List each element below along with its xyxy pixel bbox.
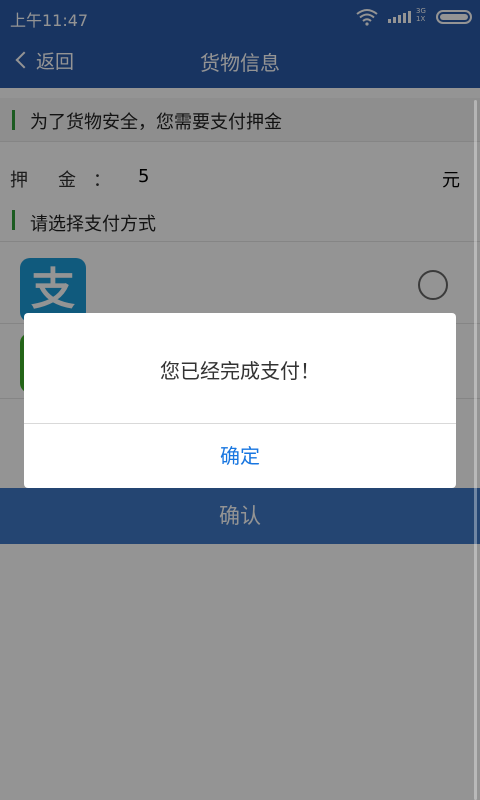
- scrollbar: [474, 100, 477, 800]
- payment-complete-dialog: 您已经完成支付！ 确定: [24, 313, 456, 488]
- dialog-ok-button[interactable]: 确定: [24, 424, 456, 488]
- dialog-message: 您已经完成支付！: [160, 359, 320, 383]
- app-screen: 上午11:47 3G 1X 返回 货物信息 为了货物安全，您需要支付押金 押金 …: [0, 0, 480, 800]
